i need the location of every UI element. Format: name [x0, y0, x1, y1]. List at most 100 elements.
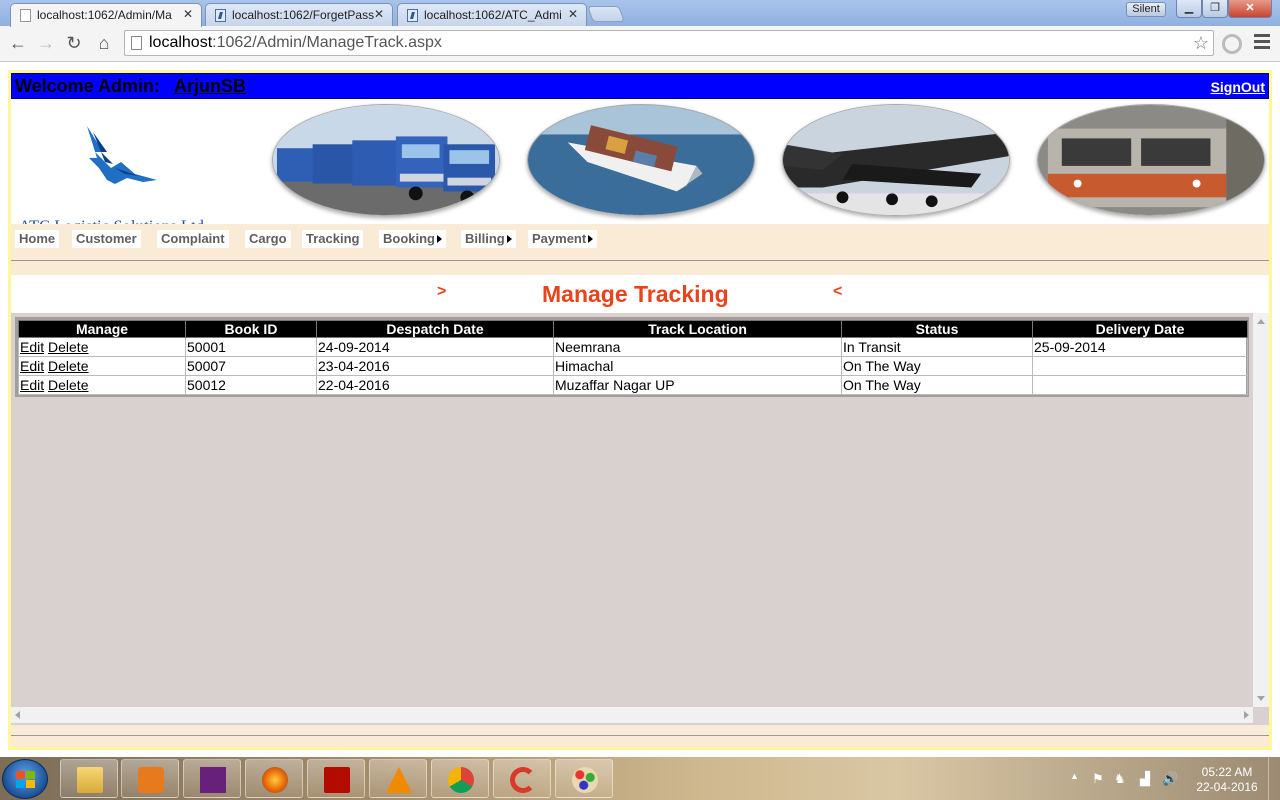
heading-left-marker: > [437, 283, 447, 300]
tab-close-icon[interactable]: ✕ [183, 7, 193, 21]
horizontal-scrollbar[interactable] [11, 707, 1253, 723]
tab-label: localhost:1062/ATC_Admi [424, 8, 562, 22]
browser-tab-managetrack[interactable]: localhost:1062/Admin/Ma ✕ [10, 3, 202, 27]
edit-link[interactable]: Edit [20, 377, 44, 393]
column-header: Book ID [185, 320, 317, 338]
restore-button[interactable]: ❐ [1202, 0, 1228, 18]
menu-cargo[interactable]: Cargo [245, 230, 291, 248]
track-location-cell: Muzaffar Nagar UP [553, 375, 842, 395]
tab-label: localhost:1062/Admin/Ma [37, 8, 172, 22]
delete-link[interactable]: Delete [48, 358, 88, 374]
browser-toolbar: ← → ↻ ⌂ localhost:1062/Admin/ManageTrack… [0, 26, 1280, 62]
back-arrow-icon[interactable]: ← [6, 32, 30, 56]
visual-studio-icon [200, 767, 226, 793]
status-cell: In Transit [841, 337, 1033, 357]
volume-icon[interactable]: 🔊 [1162, 771, 1178, 787]
taskbar-paint[interactable] [555, 759, 613, 798]
eagle-logo-icon [87, 126, 157, 184]
menu-bottom-strip [11, 261, 1269, 275]
taskbar-firefox[interactable] [245, 759, 303, 798]
menu-home[interactable]: Home [15, 230, 60, 248]
tray-app-icon[interactable]: ♞ [1114, 771, 1126, 787]
username-link[interactable]: ArjunSB [174, 76, 246, 97]
bookmark-star-icon[interactable]: ☆ [1193, 31, 1209, 55]
page-frame: Welcome Admin: ArjunSB SignOut ATC Logis… [8, 70, 1272, 750]
menu-customer[interactable]: Customer [72, 230, 141, 248]
browser-tab-atc-admin[interactable]: localhost:1062/ATC_Admi ✕ [397, 3, 587, 26]
taskbar-acrobat[interactable] [307, 759, 365, 798]
book-id-cell: 50007 [185, 356, 317, 376]
despatch-date-cell: 24-09-2014 [316, 337, 554, 357]
page-favicon-icon [20, 9, 31, 22]
show-desktop-button[interactable] [1268, 757, 1280, 800]
footer-strip [11, 736, 1269, 747]
submenu-arrow-icon [437, 235, 442, 243]
browser-tab-forgetpass[interactable]: localhost:1062/ForgetPass ✕ [205, 3, 393, 26]
browser-tabstrip: localhost:1062/Admin/Ma ✕ localhost:1062… [0, 0, 1280, 27]
taskbar-visual-studio[interactable] [183, 759, 241, 798]
delete-link[interactable]: Delete [48, 339, 88, 355]
delete-link[interactable]: Delete [48, 377, 88, 393]
clock-time: 05:22 AM [1201, 765, 1253, 779]
taskbar-file-explorer[interactable] [60, 759, 118, 798]
table-row: Edit Delete 50001 24-09-2014 Neemrana In… [18, 337, 1248, 357]
system-clock[interactable]: 05:22 AM 22-04-2016 [1192, 765, 1262, 795]
network-icon[interactable]: ▟ [1140, 771, 1150, 787]
taskbar-media-player[interactable] [121, 759, 179, 798]
firefox-icon [262, 767, 288, 793]
book-id-cell: 50001 [185, 337, 317, 357]
column-header: Track Location [553, 320, 842, 338]
menu-tracking[interactable]: Tracking [302, 230, 364, 248]
action-center-icon[interactable]: ⚑ [1092, 771, 1104, 787]
address-bar[interactable]: localhost:1062/Admin/ManageTrack.aspx ☆ [124, 30, 1214, 56]
menu-booking[interactable]: Booking [379, 230, 446, 248]
menu-label: Home [19, 231, 56, 246]
edit-link[interactable]: Edit [20, 339, 44, 355]
close-window-button[interactable]: ✕ [1228, 0, 1272, 18]
manage-cell: Edit Delete [18, 356, 186, 376]
reload-icon[interactable]: ↻ [62, 32, 86, 56]
signout-link[interactable]: SignOut [1211, 79, 1265, 95]
menu-payment[interactable]: Payment [528, 230, 598, 248]
scroll-right-icon[interactable] [1244, 711, 1249, 719]
clock-date: 22-04-2016 [1196, 780, 1258, 794]
welcome-label: Welcome Admin: [15, 76, 161, 96]
extension-icon[interactable] [1222, 34, 1242, 54]
submenu-arrow-icon [506, 235, 512, 243]
trucks-photo [272, 104, 500, 216]
tab-close-icon[interactable]: ✕ [374, 7, 384, 21]
vs-favicon-icon [407, 9, 418, 22]
tray-expand-icon[interactable]: ▲ [1070, 771, 1079, 781]
minimize-button[interactable]: ▁ [1176, 0, 1202, 18]
scroll-up-icon[interactable] [1257, 319, 1265, 324]
menu-complaint[interactable]: Complaint [157, 230, 229, 248]
forward-arrow-icon[interactable]: → [34, 32, 58, 56]
column-header: Despatch Date [316, 320, 554, 338]
tracking-grid-panel: Manage Book ID Despatch Date Track Locat… [11, 313, 1269, 725]
scroll-left-icon[interactable] [15, 711, 20, 719]
chrome-menu-icon[interactable] [1254, 34, 1270, 52]
url-path: :1062/Admin/ManageTrack.aspx [212, 34, 442, 51]
taskbar-chrome[interactable] [431, 759, 489, 798]
heading-right-marker: < [833, 283, 843, 300]
welcome-bar: Welcome Admin: ArjunSB SignOut [11, 73, 1269, 99]
new-tab-button[interactable] [587, 6, 625, 22]
company-logo: ATC Logistic Solutions Ltd., [15, 122, 237, 235]
header-banner: ATC Logistic Solutions Ltd., [11, 100, 1269, 235]
vertical-scrollbar[interactable] [1253, 313, 1269, 707]
file-explorer-icon [77, 767, 103, 793]
table-header-row: Manage Book ID Despatch Date Track Locat… [18, 320, 1248, 338]
table-row: Edit Delete 50012 22-04-2016 Muzaffar Na… [18, 375, 1248, 395]
delivery-date-cell: 25-09-2014 [1032, 337, 1248, 357]
menu-label: Customer [76, 231, 137, 246]
taskbar-ccleaner[interactable] [493, 759, 551, 798]
edit-link[interactable]: Edit [20, 358, 44, 374]
home-icon[interactable]: ⌂ [92, 32, 116, 56]
tab-close-icon[interactable]: ✕ [568, 7, 578, 21]
start-button[interactable] [2, 759, 48, 799]
windows-logo-icon [16, 771, 36, 789]
scroll-down-icon[interactable] [1257, 696, 1265, 701]
ship-photo [527, 104, 755, 216]
taskbar-vlc[interactable] [369, 759, 427, 798]
menu-billing[interactable]: Billing [461, 230, 516, 248]
